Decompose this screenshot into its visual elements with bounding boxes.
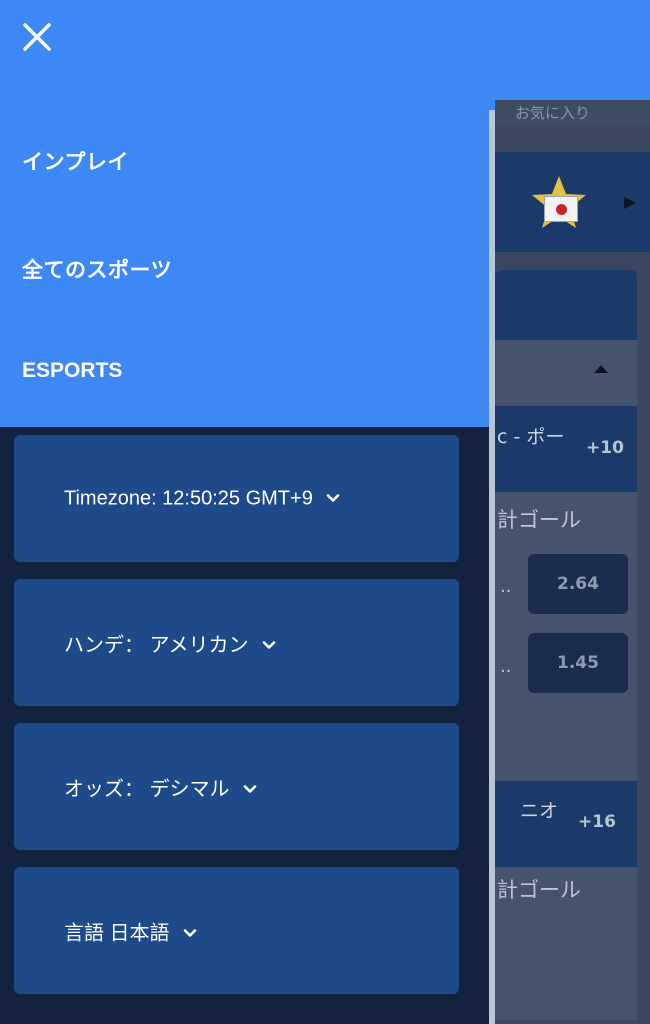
match-extra-count: +10 (586, 438, 624, 458)
market-label: 計ゴール (497, 878, 581, 902)
chevron-down-icon (243, 785, 257, 794)
odds-button[interactable]: 1.45 (528, 633, 628, 693)
chevron-down-icon (183, 929, 197, 938)
esports-panel-header[interactable] (495, 270, 637, 340)
nav-item-esports[interactable]: ESPORTS (22, 359, 122, 383)
match-extra-count: +16 (578, 812, 616, 832)
chevron-right-icon[interactable]: ▶ (624, 192, 636, 212)
nav-item-all-sports[interactable]: 全てのスポーツ (22, 254, 172, 284)
odds-button[interactable]: 2.64 (528, 554, 628, 614)
nav-item-inplay[interactable]: インプレイ (22, 146, 129, 176)
match-title: ニオ (520, 800, 559, 822)
odds-format-selector[interactable]: オッズ： デシマル (14, 723, 459, 850)
ellipsis: .. (500, 656, 512, 677)
odds-format-label: オッズ： デシマル (64, 778, 230, 800)
match-title: c - ポー (497, 426, 565, 448)
favorites-tab[interactable]: お気に入り (495, 100, 650, 126)
chevron-down-icon (327, 494, 340, 503)
language-selector[interactable]: 言語 日本語 (14, 867, 459, 994)
handicap-selector[interactable]: ハンデ： アメリカン (14, 579, 459, 706)
drawer-settings: Timezone: 12:50:25 GMT+9 ハンデ： アメリカン オッズ：… (0, 427, 495, 1024)
timezone-selector[interactable]: Timezone: 12:50:25 GMT+9 (14, 435, 459, 562)
timezone-label: Timezone: 12:50:25 GMT+9 (64, 487, 313, 509)
caret-up-icon[interactable] (594, 365, 608, 373)
drawer-nav: インプレイ 全てのスポーツ ESPORTS (0, 100, 495, 427)
japan-flag-icon (544, 196, 578, 222)
ellipsis: .. (500, 576, 512, 597)
market-label: 計ゴール (497, 508, 581, 532)
side-drawer: インプレイ 全てのスポーツ ESPORTS Timezone: 12:50:25… (0, 0, 495, 1024)
handicap-label: ハンデ： アメリカン (64, 634, 249, 656)
language-label: 言語 日本語 (64, 922, 170, 944)
chevron-down-icon (262, 641, 276, 650)
drawer-scrollbar[interactable] (489, 110, 495, 1024)
